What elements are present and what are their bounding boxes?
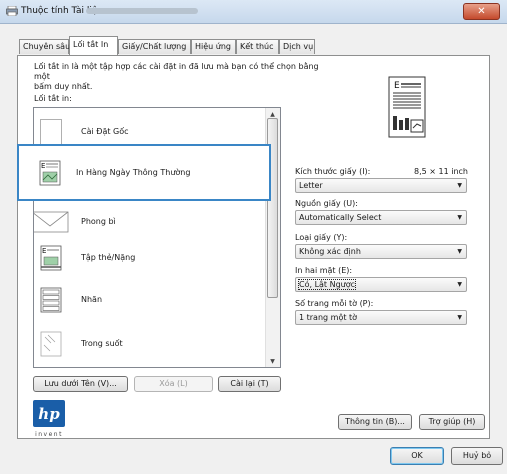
chevron-down-icon: ▼	[457, 281, 462, 288]
svg-text:E: E	[42, 247, 46, 255]
chevron-down-icon: ▼	[457, 182, 462, 189]
title-bar: Thuộc tính Tài liệu ✕	[0, 0, 507, 24]
svg-text:invent: invent	[35, 431, 63, 438]
envelope-icon	[34, 211, 69, 233]
close-button[interactable]: ✕	[463, 3, 500, 20]
chevron-down-icon: ▼	[457, 248, 462, 255]
shortcuts-description: Lối tắt in là một tập hợp các cài đặt in…	[34, 62, 334, 92]
paper-size-value: Letter	[299, 181, 323, 190]
list-item-label: Tập thẻ/Nặng	[81, 253, 136, 262]
tab-advanced[interactable]: Chuyên sâu	[19, 39, 70, 54]
ok-button[interactable]: OK	[390, 447, 444, 465]
list-item[interactable]: E Tập thẻ/Nặng	[36, 240, 268, 278]
help-button[interactable]: Trợ giúp (H)	[419, 414, 485, 430]
chevron-down-icon: ▼	[457, 314, 462, 321]
list-item[interactable]: Phong bì	[34, 204, 268, 242]
paper-source-label: Nguồn giấy (U):	[295, 199, 358, 208]
list-item[interactable]: Trong suốt	[36, 326, 268, 364]
reset-button[interactable]: Cài lại (T)	[218, 376, 281, 392]
paper-size-label: Kích thước giấy (I):	[295, 167, 371, 176]
printer-icon	[6, 6, 18, 16]
list-item-label: Phong bì	[81, 217, 116, 226]
paper-source-value: Automatically Select	[299, 213, 382, 222]
blurred-document-name	[86, 8, 198, 14]
photo-document-icon: E	[39, 160, 61, 186]
tab-printing-shortcuts[interactable]: Lối tắt In	[69, 36, 118, 55]
tab-effects[interactable]: Hiệu ứng	[191, 39, 236, 54]
blank-page-icon	[40, 119, 62, 145]
paper-size-select[interactable]: Letter ▼	[295, 178, 467, 193]
shortcuts-list-label: Lối tắt in:	[34, 94, 72, 103]
tab-services[interactable]: Dịch vụ	[279, 39, 315, 54]
svg-text:E: E	[394, 81, 400, 91]
hp-logo: hp invent	[33, 400, 65, 438]
document-preview-icon: E	[388, 76, 426, 138]
pages-per-sheet-select[interactable]: 1 trang một tờ ▼	[295, 310, 467, 325]
list-item-label: Nhãn	[81, 295, 103, 304]
delete-button[interactable]: Xóa (L)	[134, 376, 213, 392]
pages-per-sheet-value: 1 trang một tờ	[299, 313, 358, 322]
scroll-down-icon[interactable]: ▼	[267, 357, 278, 366]
selected-list-item[interactable]: E In Hàng Ngày Thông Thường	[17, 144, 271, 201]
tab-finishing[interactable]: Kết thúc	[236, 39, 279, 54]
paper-size-dimension: 8,5 × 11 inch	[414, 167, 468, 176]
description-line-1: Lối tắt in là một tập hợp các cài đặt in…	[34, 62, 319, 81]
tab-paper-quality[interactable]: Giấy/Chất lượng	[118, 39, 191, 54]
svg-text:hp: hp	[38, 405, 60, 423]
cancel-button[interactable]: Huỷ bỏ	[451, 447, 503, 465]
list-item[interactable]: Nhãn	[36, 282, 268, 320]
svg-text:E: E	[41, 162, 45, 170]
description-line-2: bấm duy nhất.	[34, 82, 93, 91]
labels-icon	[40, 287, 62, 313]
duplex-label: In hai mặt (E):	[295, 266, 353, 275]
chevron-down-icon: ▼	[457, 214, 462, 221]
pages-per-sheet-label: Số trang mỗi tờ (P):	[295, 299, 374, 308]
paper-source-select[interactable]: Automatically Select ▼	[295, 210, 467, 225]
transparency-icon	[40, 331, 62, 357]
paper-type-select[interactable]: Không xác định ▼	[295, 244, 467, 259]
save-as-button[interactable]: Lưu dưới Tên (V)...	[33, 376, 128, 392]
list-item-label: Trong suốt	[81, 339, 123, 348]
paper-type-value: Không xác định	[299, 247, 361, 256]
about-button[interactable]: Thông tin (B)...	[338, 414, 412, 430]
list-item-label: Cài Đặt Gốc	[81, 127, 129, 136]
duplex-value: Có, Lật Ngược	[297, 279, 357, 290]
paper-type-label: Loại giấy (Y):	[295, 233, 348, 242]
cardstock-icon: E	[40, 245, 62, 271]
duplex-select[interactable]: Có, Lật Ngược ▼	[295, 277, 467, 292]
selected-item-label: In Hàng Ngày Thông Thường	[76, 168, 191, 177]
